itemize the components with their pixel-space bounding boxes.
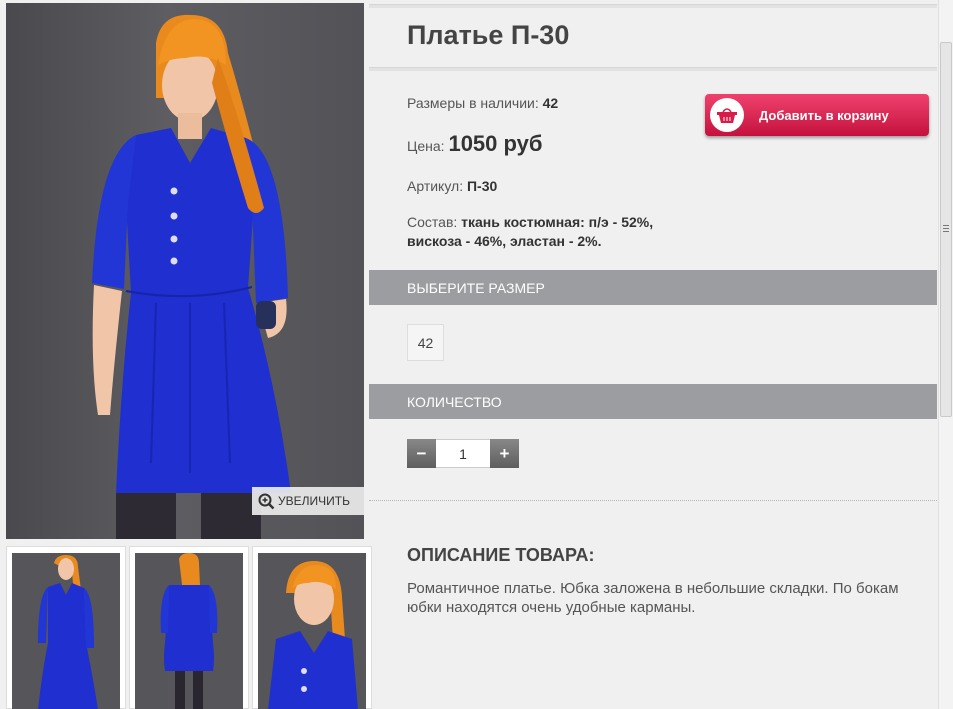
article: Артикул: П-30 (407, 178, 497, 194)
magnifier-plus-icon (258, 493, 275, 509)
description-title: ОПИСАНИЕ ТОВАРА: (407, 545, 595, 565)
scrollbar-grip-icon (943, 225, 949, 232)
model-illustration (92, 14, 291, 539)
size-section-header: ВЫБЕРИТЕ РАЗМЕР (369, 270, 937, 305)
sizes-value: 42 (542, 95, 559, 111)
main-product-photo[interactable]: УВЕЛИЧИТЬ (6, 3, 364, 539)
size-option-42[interactable]: 42 (407, 324, 444, 361)
basket-icon (717, 108, 737, 123)
sizes-available: Размеры в наличии: 42 (407, 95, 558, 111)
product-info: Платье П-30 Размеры в наличии: 42 Цена: … (369, 0, 937, 709)
add-to-cart-label: Добавить в корзину (759, 107, 889, 123)
zoom-label: УВЕЛИЧИТЬ (278, 494, 350, 508)
composition: Состав: ткань костюмная: п/э - 52%, виск… (407, 213, 682, 251)
quantity-increase-button[interactable]: + (490, 439, 519, 468)
composition-label: Состав: (407, 214, 458, 230)
description-text: Романтичное платье. Юбка заложена в небо… (407, 580, 899, 616)
quantity-stepper: − + (407, 439, 519, 468)
quantity-input[interactable] (436, 439, 490, 468)
article-value: П-30 (466, 178, 498, 194)
sizes-label: Размеры в наличии: (407, 95, 539, 111)
scrollbar-thumb[interactable] (940, 42, 952, 417)
divider (369, 500, 937, 501)
price-label: Цена: (407, 138, 445, 154)
thumbnail-image (268, 561, 358, 709)
price: Цена: 1050 руб (407, 131, 542, 157)
divider (369, 4, 937, 8)
quantity-section-header: КОЛИЧЕСТВО (369, 384, 937, 419)
thumbnail-front[interactable] (6, 546, 126, 709)
add-to-cart-button[interactable]: Добавить в корзину (705, 94, 929, 136)
price-value: 1050 руб (448, 131, 543, 156)
basket-icon-wrap (710, 98, 744, 132)
thumbnail-closeup[interactable] (252, 546, 372, 709)
scrollbar[interactable] (938, 0, 953, 709)
thumbnail-back[interactable] (129, 546, 249, 709)
thumbnail-strip (3, 546, 372, 709)
article-label: Артикул: (407, 178, 464, 194)
thumbnail-image (160, 553, 218, 709)
product-title: Платье П-30 (407, 20, 570, 50)
thumbnail-image (38, 555, 98, 709)
divider (369, 67, 937, 71)
zoom-button[interactable]: УВЕЛИЧИТЬ (252, 487, 364, 515)
quantity-decrease-button[interactable]: − (407, 439, 436, 468)
